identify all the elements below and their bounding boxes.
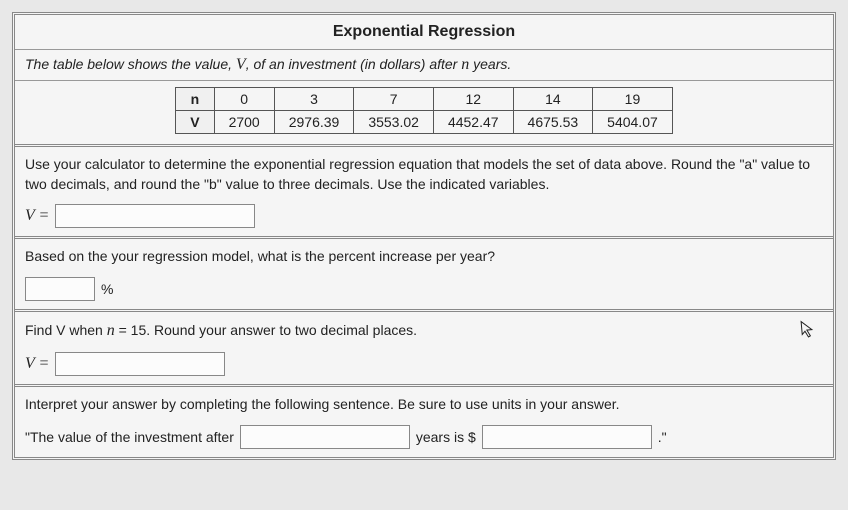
question-2-text: Based on the your regression model, what… — [25, 247, 823, 267]
cell: 12 — [433, 88, 513, 111]
q4-sentence-pre: "The value of the investment after — [25, 429, 234, 445]
cell: 0 — [214, 88, 274, 111]
row-header-v: V — [176, 111, 214, 134]
table-row-n: n 0 3 7 12 14 19 — [176, 88, 673, 111]
question-2: Based on the your regression model, what… — [15, 236, 833, 309]
problem-title: Exponential Regression — [15, 15, 833, 50]
cell: 7 — [354, 88, 434, 111]
cell: 2976.39 — [274, 111, 354, 134]
data-table: n 0 3 7 12 14 19 V 2700 2976.39 3553.02 … — [175, 87, 673, 134]
q3-post: = 15. Round your answer to two decimal p… — [115, 322, 417, 338]
question-4-text: Interpret your answer by completing the … — [25, 395, 823, 415]
data-table-wrap: n 0 3 7 12 14 19 V 2700 2976.39 3553.02 … — [15, 81, 833, 144]
q3-pre: Find V when — [25, 322, 107, 338]
cell: 4675.53 — [513, 111, 593, 134]
question-1: Use your calculator to determine the exp… — [15, 144, 833, 236]
cell: 14 — [513, 88, 593, 111]
cell: 3553.02 — [354, 111, 434, 134]
table-row-v: V 2700 2976.39 3553.02 4452.47 4675.53 5… — [176, 111, 673, 134]
question-3-text: Find V when n = 15. Round your answer to… — [25, 320, 823, 342]
q3-var: n — [107, 322, 115, 339]
percent-suffix: % — [101, 281, 113, 297]
v-at-15-input[interactable] — [55, 352, 225, 376]
question-4: Interpret your answer by completing the … — [15, 384, 833, 457]
question-1-text: Use your calculator to determine the exp… — [25, 155, 823, 194]
variable-V: V — [236, 56, 246, 73]
q1-label: V = — [25, 207, 49, 225]
cell: 4452.47 — [433, 111, 513, 134]
q4-sentence-post: ." — [658, 429, 667, 445]
subtitle-text-mid: , of an investment (in dollars) after — [246, 56, 462, 72]
q4-sentence-mid: years is $ — [416, 429, 476, 445]
mouse-cursor-icon — [800, 319, 816, 343]
cell: 5404.07 — [593, 111, 673, 134]
percent-increase-input[interactable] — [25, 277, 95, 301]
q3-label: V = — [25, 355, 49, 373]
subtitle-text-post: years. — [469, 56, 511, 72]
dollar-value-input[interactable] — [482, 425, 652, 449]
subtitle-text-pre: The table below shows the value, — [25, 56, 236, 72]
row-header-n: n — [176, 88, 214, 111]
cell: 2700 — [214, 111, 274, 134]
problem-container: Exponential Regression The table below s… — [12, 12, 836, 460]
regression-equation-input[interactable] — [55, 204, 255, 228]
question-3: Find V when n = 15. Round your answer to… — [15, 309, 833, 384]
cell: 3 — [274, 88, 354, 111]
cell: 19 — [593, 88, 673, 111]
problem-subtitle: The table below shows the value, V, of a… — [15, 50, 833, 81]
years-input[interactable] — [240, 425, 410, 449]
